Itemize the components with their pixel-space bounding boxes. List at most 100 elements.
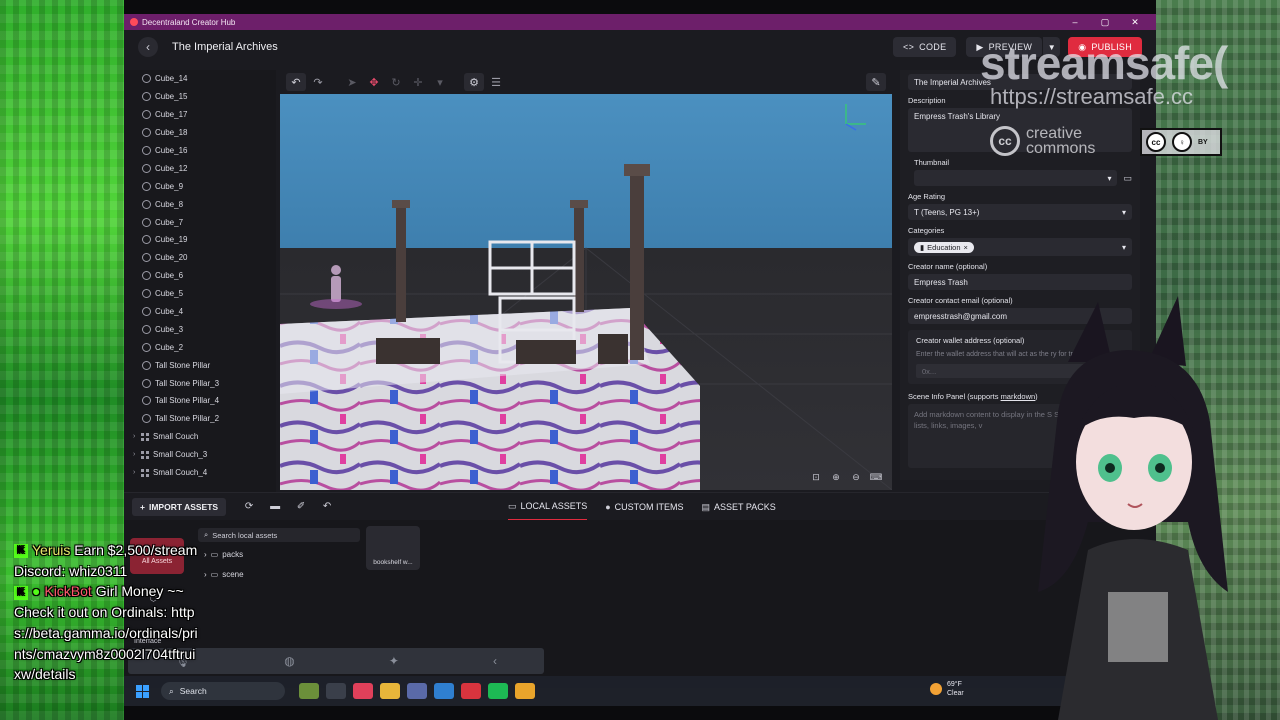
tree-item[interactable]: Cube_7 bbox=[124, 213, 276, 231]
chevron-right-icon[interactable]: › bbox=[133, 469, 141, 476]
settings-button[interactable]: ⚙ bbox=[464, 73, 484, 91]
book-icon: ▮ bbox=[920, 242, 925, 252]
entity-icon bbox=[142, 128, 151, 138]
remove-chip-icon[interactable]: × bbox=[964, 243, 968, 252]
tree-item[interactable]: Cube_19 bbox=[124, 231, 276, 249]
chat-message: nts/cmazvym8z0002l704tftrui bbox=[14, 645, 196, 662]
categories-select[interactable]: ▮ Education × ▾ bbox=[908, 238, 1132, 256]
tab-asset-packs[interactable]: ▤ ASSET PACKS bbox=[702, 493, 776, 521]
pencil-icon: ✎ bbox=[871, 76, 881, 89]
tab-local-assets[interactable]: ▭ LOCAL ASSETS bbox=[508, 493, 588, 521]
tree-item[interactable]: Cube_3 bbox=[124, 320, 276, 338]
chevron-left-icon[interactable]: ‹ bbox=[493, 654, 497, 668]
move-tool[interactable]: ✥ bbox=[364, 73, 384, 91]
zoom-out-button[interactable]: ⊖ bbox=[848, 470, 864, 484]
tree-item[interactable]: Cube_5 bbox=[124, 285, 276, 303]
code-button[interactable]: <> CODE bbox=[893, 37, 957, 57]
clean-button[interactable]: ✐ bbox=[288, 498, 314, 516]
chevron-right-icon[interactable]: › bbox=[133, 433, 141, 440]
tree-item[interactable]: Cube_16 bbox=[124, 142, 276, 160]
search-icon: ⌕ bbox=[169, 685, 174, 696]
asset-card[interactable]: bookshelf w... bbox=[366, 526, 420, 570]
tree-group-label: Small Couch_3 bbox=[153, 450, 208, 460]
weather-widget[interactable]: 69°F Clear bbox=[930, 680, 964, 698]
entity-icon bbox=[142, 396, 151, 406]
undo-asset-button[interactable]: ↶ bbox=[314, 498, 340, 516]
thumbnail-select[interactable]: ▾ bbox=[914, 170, 1118, 186]
age-rating-value: T (Teens, PG 13+) bbox=[914, 207, 980, 217]
tree-group[interactable]: › Small Couch_4 bbox=[124, 464, 276, 482]
select-tool[interactable]: ➤ bbox=[342, 73, 362, 91]
fit-view-button[interactable]: ⊡ bbox=[808, 470, 824, 484]
minimize-button[interactable]: – bbox=[1060, 17, 1090, 27]
spotify-app-icon[interactable] bbox=[487, 683, 508, 699]
creator-name-field[interactable]: Empress Trash bbox=[908, 274, 1132, 290]
tree-item[interactable]: Cube_12 bbox=[124, 159, 276, 177]
windows-start-icon[interactable] bbox=[136, 684, 149, 698]
tree-item[interactable]: Cube_15 bbox=[124, 88, 276, 106]
gizmo-dropdown[interactable]: ▾ bbox=[430, 73, 450, 91]
effects-off-icon[interactable]: ✦ bbox=[389, 654, 399, 668]
entity-icon bbox=[142, 414, 151, 424]
cc-line1: creative bbox=[1026, 125, 1083, 142]
chrome-app-icon[interactable] bbox=[514, 683, 535, 699]
maximize-button[interactable]: ▢ bbox=[1090, 17, 1120, 28]
tree-item[interactable]: Cube_8 bbox=[124, 195, 276, 213]
keyboard-shortcuts-button[interactable]: ⌨ bbox=[868, 470, 884, 484]
rotate-icon: ↻ bbox=[391, 76, 401, 89]
creator-hub-app-icon[interactable] bbox=[460, 683, 481, 699]
tree-item[interactable]: Tall Stone Pillar_4 bbox=[124, 392, 276, 410]
chat-message: K Yeruis Earn $2,500/stream bbox=[14, 540, 264, 561]
tree-item[interactable]: Cube_17 bbox=[124, 106, 276, 124]
store-app-icon[interactable] bbox=[406, 683, 427, 699]
refresh-button[interactable]: ⟳ bbox=[236, 498, 262, 516]
entity-icon bbox=[142, 199, 151, 209]
entity-icon bbox=[142, 307, 151, 317]
music-app-icon[interactable] bbox=[352, 683, 373, 699]
tree-item-label: Cube_3 bbox=[155, 324, 184, 334]
tree-item[interactable]: Tall Stone Pillar_2 bbox=[124, 410, 276, 428]
close-window-button[interactable]: ✕ bbox=[1120, 17, 1150, 28]
task-view-app-icon[interactable] bbox=[325, 683, 346, 699]
tree-item[interactable]: Cube_14 bbox=[124, 70, 276, 88]
tree-item[interactable]: Tall Stone Pillar_3 bbox=[124, 374, 276, 392]
tab-custom-items[interactable]: ● CUSTOM ITEMS bbox=[605, 493, 683, 521]
tree-item[interactable]: Cube_2 bbox=[124, 338, 276, 356]
edit-button[interactable]: ✎ bbox=[866, 73, 886, 91]
tree-group[interactable]: › Small Couch bbox=[124, 428, 276, 446]
attribution-icon: ♀ bbox=[1172, 132, 1192, 152]
chevron-down-icon: ▾ bbox=[1121, 207, 1126, 217]
folder-icon[interactable]: ▭ bbox=[1123, 173, 1132, 184]
widgets-app-icon[interactable] bbox=[298, 683, 319, 699]
category-chip-label: Education bbox=[927, 242, 961, 252]
rotate-tool[interactable]: ↻ bbox=[386, 73, 406, 91]
category-chip[interactable]: ▮ Education × bbox=[914, 241, 974, 253]
camera-off-icon[interactable]: ◍ bbox=[284, 654, 294, 668]
tree-item[interactable]: Cube_20 bbox=[124, 249, 276, 267]
scale-tool[interactable]: ✛ bbox=[408, 73, 428, 91]
import-assets-button[interactable]: + IMPORT ASSETS bbox=[132, 497, 227, 516]
tree-item[interactable]: Cube_9 bbox=[124, 177, 276, 195]
custom-icon: ● bbox=[605, 502, 611, 512]
thumbnail-label: Thumbnail bbox=[914, 158, 950, 167]
layout-button[interactable]: ☰ bbox=[486, 73, 506, 91]
undo-button[interactable]: ↶ bbox=[286, 73, 306, 91]
tree-item[interactable]: Cube_6 bbox=[124, 267, 276, 285]
tree-item[interactable]: Cube_4 bbox=[124, 303, 276, 321]
chevron-right-icon[interactable]: › bbox=[133, 451, 141, 458]
tree-group[interactable]: › Small Couch_3 bbox=[124, 446, 276, 464]
redo-button[interactable]: ↷ bbox=[308, 73, 328, 91]
folder-button[interactable]: ▬ bbox=[262, 498, 288, 516]
tree-item[interactable]: Cube_18 bbox=[124, 124, 276, 142]
plus-icon: + bbox=[140, 501, 145, 512]
age-rating-select[interactable]: T (Teens, PG 13+) ▾ bbox=[908, 204, 1132, 220]
zoom-in-button[interactable]: ⊕ bbox=[828, 470, 844, 484]
project-title: The Imperial Archives bbox=[172, 41, 278, 53]
file-explorer-app-icon[interactable] bbox=[379, 683, 400, 699]
scene-viewport[interactable]: ⊡ ⊕ ⊖ ⌨ bbox=[280, 94, 892, 490]
back-button[interactable]: ‹ bbox=[138, 37, 158, 57]
creator-hub-window: Decentraland Creator Hub – ▢ ✕ ‹ The Imp… bbox=[124, 14, 1156, 706]
tree-item-label: Tall Stone Pillar_3 bbox=[155, 378, 220, 388]
tree-item[interactable]: Tall Stone Pillar bbox=[124, 356, 276, 374]
notepad-app-icon[interactable] bbox=[433, 683, 454, 699]
